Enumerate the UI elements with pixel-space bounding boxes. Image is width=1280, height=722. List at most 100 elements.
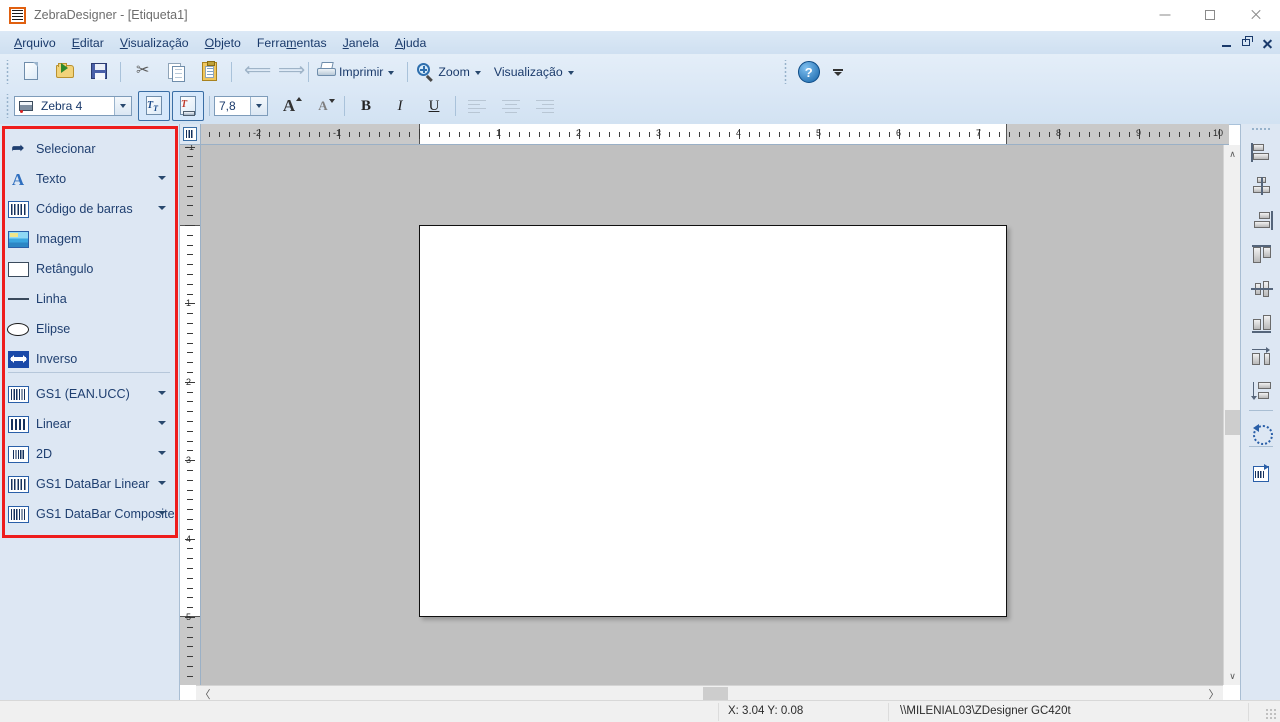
align-bottom-objects-button[interactable]	[1246, 308, 1278, 338]
mdi-restore-button[interactable]	[1238, 34, 1256, 52]
align-center-objects-button[interactable]	[1246, 172, 1278, 202]
zoom-button[interactable]: Zoom	[412, 58, 489, 86]
align-top-objects-button[interactable]	[1246, 240, 1278, 270]
tool-label: GS1 (EAN.UCC)	[36, 387, 130, 401]
ruler-corner-button[interactable]	[180, 124, 201, 145]
vertical-scroll-thumb[interactable]	[1225, 410, 1240, 435]
design-canvas[interactable]	[201, 145, 1223, 685]
tool-dropdown-caret[interactable]	[158, 206, 166, 210]
printer-font-select[interactable]: Zebra 4	[14, 96, 132, 116]
tool-c-digo-de-barras[interactable]: Código de barras	[6, 194, 172, 224]
copy-button[interactable]	[160, 57, 192, 87]
horizontal-ruler[interactable]: -2 -1 1 2 3 4 5 6 7 8 9 10	[201, 124, 1229, 145]
printer-font-dropdown-button[interactable]	[114, 97, 131, 115]
window-close-button[interactable]	[1233, 0, 1278, 30]
italic-button[interactable]: I	[384, 91, 416, 121]
cut-button[interactable]: ✂	[126, 57, 158, 87]
horizontal-scrollbar[interactable]: 〈 〉	[196, 685, 1223, 701]
vertical-scrollbar[interactable]: ∧ ∨	[1223, 145, 1240, 685]
tool-dropdown-caret[interactable]	[158, 511, 166, 515]
undo-button[interactable]: ⟸	[237, 57, 271, 87]
bold-button[interactable]: B	[350, 91, 382, 121]
print-button[interactable]: Imprimir	[313, 58, 403, 86]
tool-gs1-databar-composite[interactable]: GS1 DataBar Composite	[6, 499, 175, 529]
help-button[interactable]: ?	[793, 57, 825, 87]
space-vertically-button[interactable]	[1246, 376, 1278, 406]
mdi-minimize-button[interactable]	[1218, 34, 1236, 52]
tool-dropdown-caret[interactable]	[158, 481, 166, 485]
tool-linha[interactable]: Linha	[6, 284, 172, 314]
toolbox-panel: ➦ Selecionar A Texto Código de barras Imagem R…	[0, 124, 180, 700]
scroll-left-button[interactable]: 〈	[197, 687, 213, 701]
new-document-button[interactable]	[15, 57, 47, 87]
menu-item-visualizao[interactable]: Visualização	[112, 34, 197, 52]
align-toolbar-grip[interactable]	[1251, 127, 1271, 134]
menu-item-ferramentas[interactable]: Ferramentas	[249, 34, 335, 52]
window-minimize-button[interactable]	[1142, 0, 1187, 30]
shrink-font-button[interactable]: A	[307, 91, 339, 121]
scroll-up-button[interactable]: ∧	[1225, 146, 1240, 162]
align-toolbar-separator	[1249, 410, 1273, 411]
tool-dropdown-caret[interactable]	[158, 451, 166, 455]
menu-item-janela[interactable]: Janela	[335, 34, 387, 52]
mdi-window-buttons	[1218, 31, 1276, 54]
tool-label: Elipse	[36, 322, 71, 336]
zoom-dropdown-caret[interactable]	[474, 71, 481, 75]
scroll-right-button[interactable]: 〉	[1206, 687, 1222, 701]
tool-selecionar[interactable]: ➦ Selecionar	[6, 134, 172, 164]
toolbar-overflow-chevron-icon[interactable]	[832, 65, 844, 79]
align-left-objects-button[interactable]	[1246, 138, 1278, 168]
toolbar-grip[interactable]	[3, 60, 12, 84]
label-page[interactable]	[419, 225, 1007, 617]
tool-dropdown-caret[interactable]	[158, 421, 166, 425]
align-center-button[interactable]	[495, 91, 527, 121]
tool-dropdown-caret[interactable]	[158, 391, 166, 395]
resize-grip[interactable]	[1265, 708, 1277, 720]
printer-font-toggle-button[interactable]: T	[172, 91, 204, 121]
redo-button[interactable]: ⟹	[271, 57, 305, 87]
save-document-button[interactable]	[83, 57, 115, 87]
view-dropdown-caret[interactable]	[567, 71, 574, 75]
menu-item-ajuda[interactable]: Ajuda	[387, 34, 434, 52]
tool-elipse[interactable]: Elipse	[6, 314, 172, 344]
tool-texto[interactable]: A Texto	[6, 164, 172, 194]
tool-gs1-databar-linear[interactable]: GS1 DataBar Linear	[6, 469, 172, 499]
paste-button[interactable]	[194, 57, 226, 87]
tool-inverso[interactable]: Inverso	[6, 344, 172, 374]
rotate-button[interactable]	[1246, 418, 1278, 448]
grow-font-button[interactable]: A	[273, 91, 305, 121]
align-right-objects-button[interactable]	[1246, 206, 1278, 236]
vertical-ruler[interactable]: -1 1 2 3 4 5	[180, 145, 201, 685]
view-button[interactable]: Visualização	[490, 62, 583, 82]
align-right-button[interactable]	[529, 91, 561, 121]
tool-ret-ngulo[interactable]: Retângulo	[6, 254, 172, 284]
ruler-tick-label: 10	[1213, 128, 1224, 138]
align-middle-objects-button[interactable]	[1246, 274, 1278, 304]
open-document-button[interactable]	[49, 57, 81, 87]
status-bar: X: 3.04 Y: 0.08 \\MILENIAL03\ZDesigner G…	[0, 700, 1280, 722]
align-left-button[interactable]	[461, 91, 493, 121]
underline-button[interactable]: U	[418, 91, 450, 121]
scroll-down-button[interactable]: ∨	[1225, 668, 1240, 684]
menu-bar: Arquivo Editar Visualização Objeto Ferrament…	[0, 31, 1280, 55]
print-dropdown-caret[interactable]	[388, 71, 395, 75]
rotate-ccw-icon	[1251, 423, 1273, 445]
font-size-select[interactable]: 7,8	[214, 96, 268, 116]
tool-2d[interactable]: 2D	[6, 439, 172, 469]
space-horizontally-button[interactable]	[1246, 342, 1278, 372]
menu-item-arquivo[interactable]: Arquivo	[6, 34, 64, 52]
font-size-dropdown-button[interactable]	[250, 97, 267, 115]
horizontal-scroll-thumb[interactable]	[703, 687, 728, 701]
tool-linear[interactable]: Linear	[6, 409, 172, 439]
tool-gs1-ean-ucc[interactable]: GS1 (EAN.UCC)	[6, 379, 172, 409]
menu-item-editar[interactable]: Editar	[64, 34, 112, 52]
menu-item-objeto[interactable]: Objeto	[197, 34, 249, 52]
tool-imagem[interactable]: Imagem	[6, 224, 172, 254]
internal-font-toggle-button[interactable]: TT	[138, 91, 170, 121]
tool-dropdown-caret[interactable]	[158, 176, 166, 180]
mdi-close-button[interactable]	[1258, 34, 1276, 52]
window-maximize-button[interactable]	[1187, 0, 1232, 30]
label-setup-button[interactable]	[1246, 458, 1278, 488]
help-toolbar-grip[interactable]	[780, 60, 790, 84]
format-toolbar-grip[interactable]	[3, 94, 12, 118]
